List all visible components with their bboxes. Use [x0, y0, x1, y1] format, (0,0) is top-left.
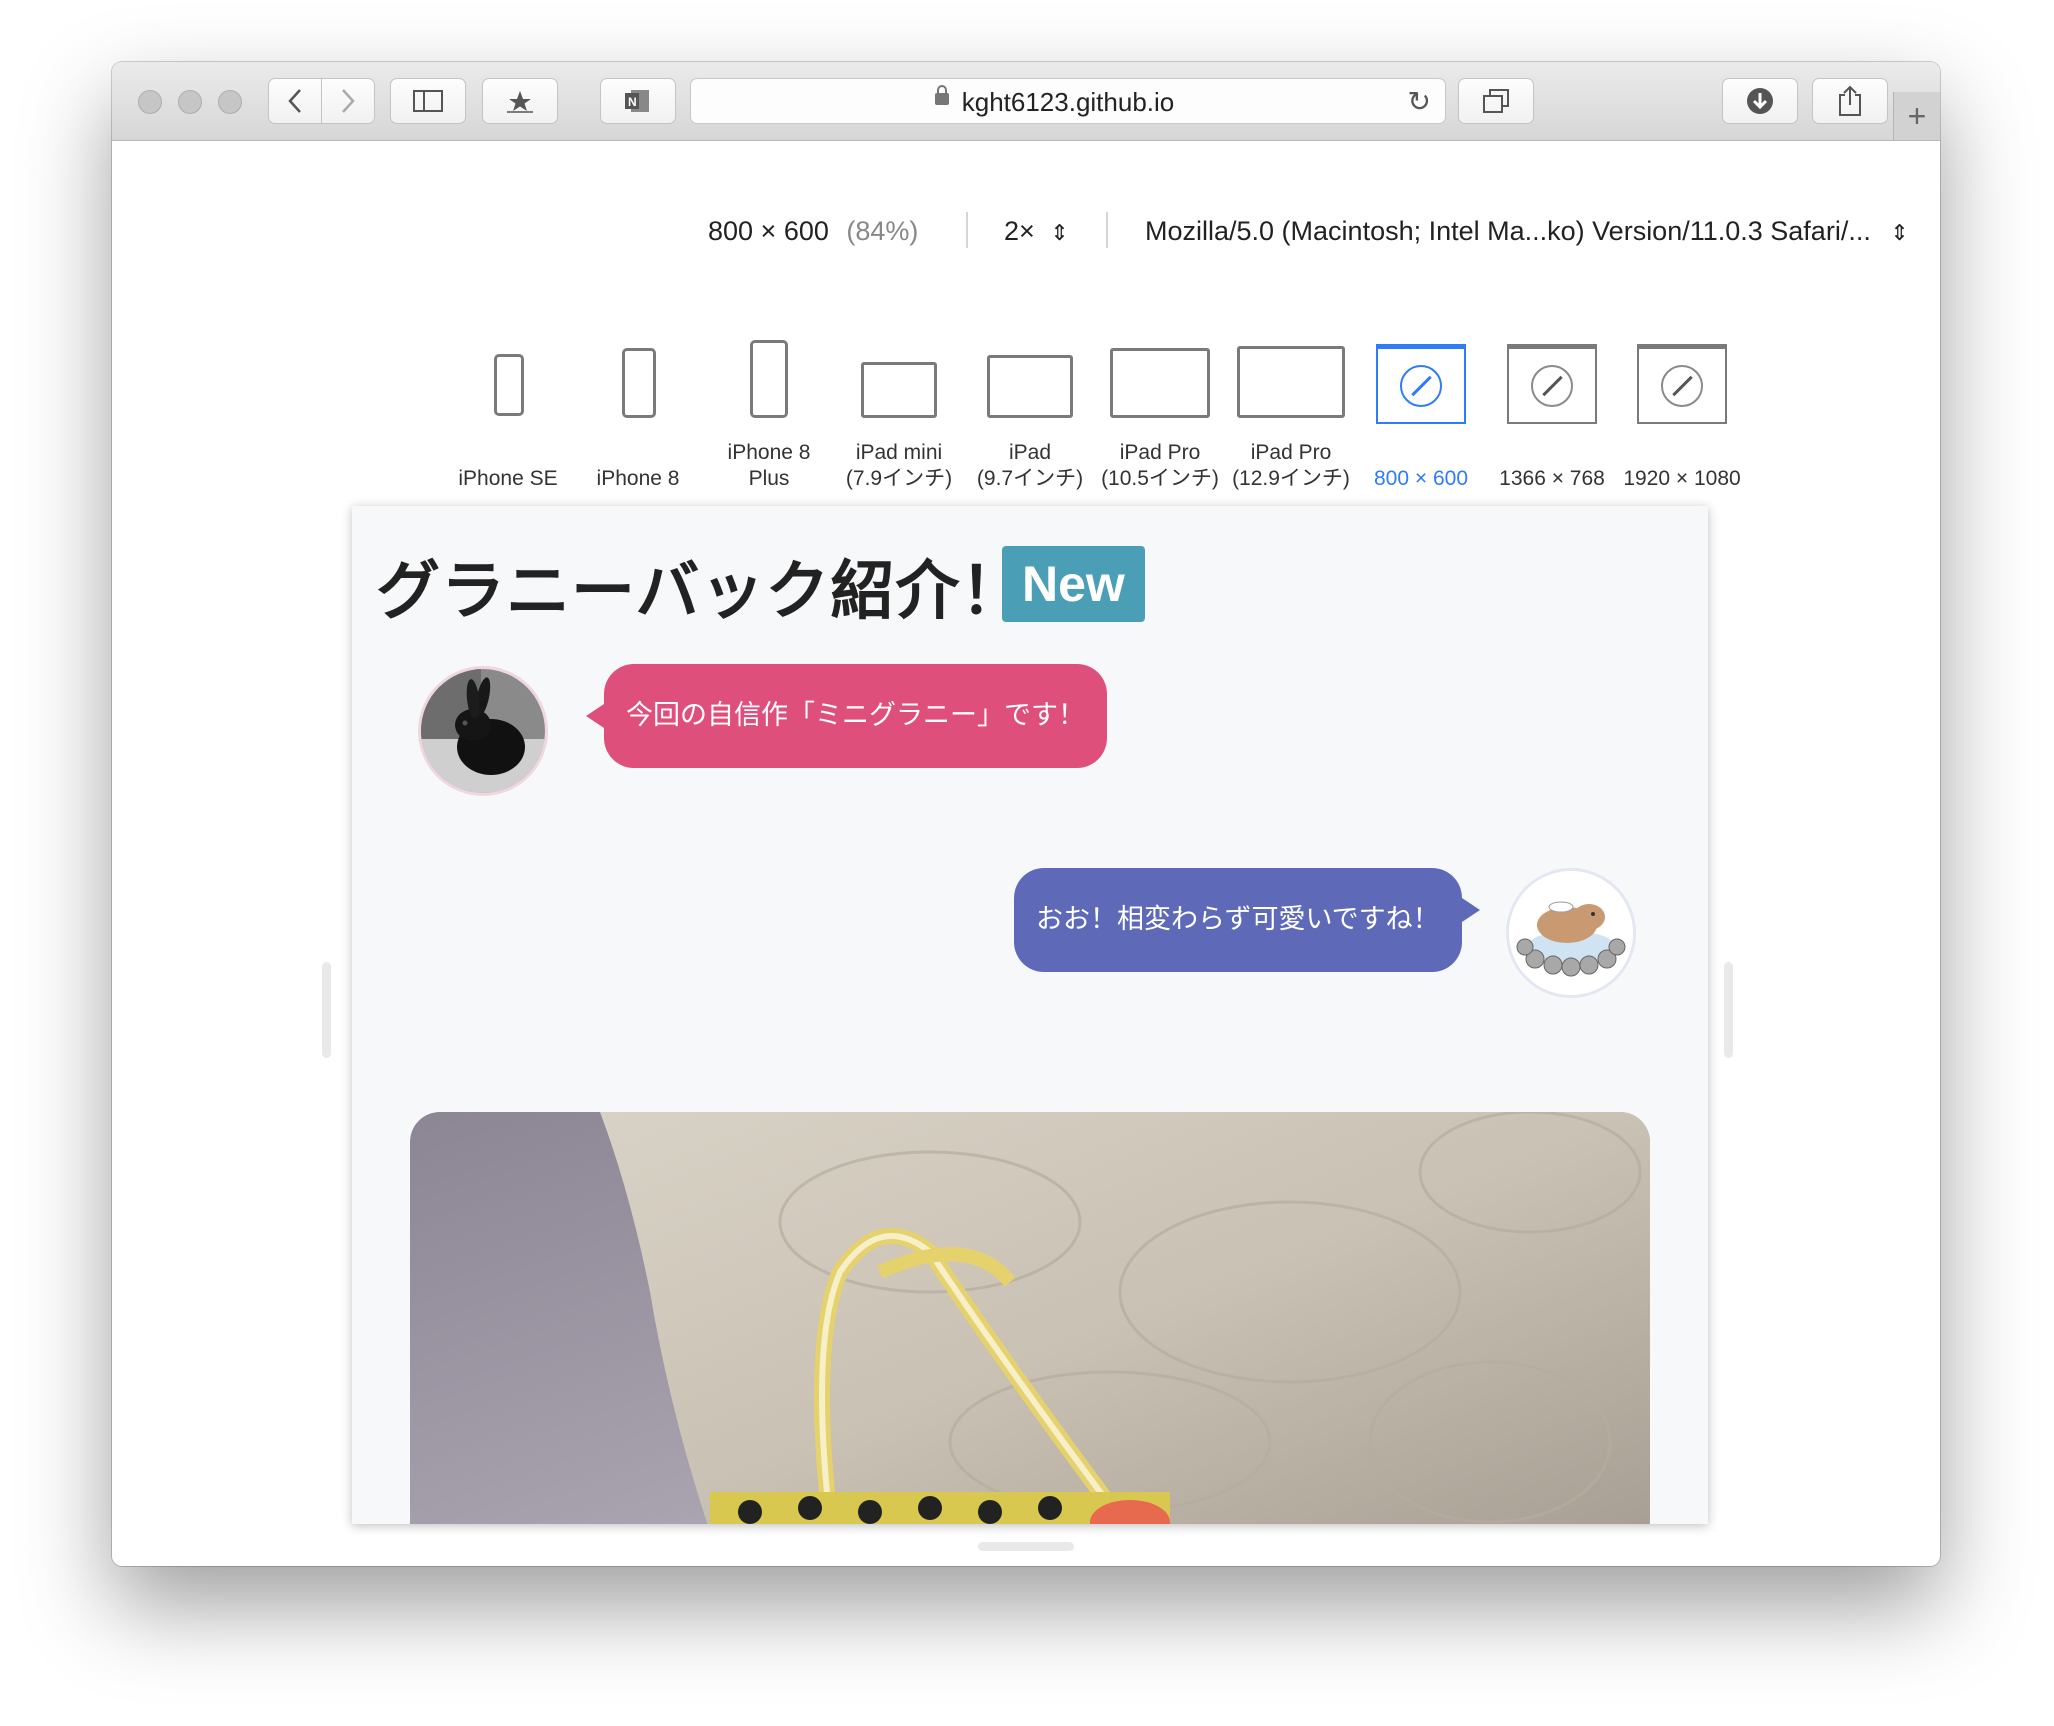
- back-button[interactable]: [268, 78, 322, 124]
- updown-chevron-icon: ⇕: [1050, 220, 1069, 245]
- share-button[interactable]: [1812, 78, 1888, 124]
- device-label: 1920 × 1080: [1623, 467, 1741, 490]
- user-agent-value: Mozilla/5.0 (Macintosh; Intel Ma...ko) V…: [1145, 216, 1871, 246]
- chat-bubble-left: 今回の自信作「ミニグラニー」です！: [586, 664, 1107, 768]
- browser-window-icon: [1376, 344, 1466, 424]
- reload-icon[interactable]: ↻: [1408, 85, 1431, 118]
- rdm-separator: [966, 212, 968, 248]
- zoom-window-button[interactable]: [218, 90, 242, 114]
- svg-text:N: N: [628, 95, 637, 109]
- rdm-separator: [1106, 212, 1108, 248]
- browser-window-icon: [1507, 344, 1597, 424]
- share-icon: [1839, 85, 1861, 116]
- granny-bag-photo: [410, 1112, 1650, 1524]
- download-icon: [1747, 88, 1773, 114]
- chevron-right-icon: [342, 89, 355, 113]
- viewport-scale: (84%): [846, 216, 919, 246]
- tabs-overview-button[interactable]: [1458, 78, 1534, 124]
- phone-icon: [494, 354, 524, 416]
- pixel-ratio-value: 2×: [1004, 216, 1035, 246]
- resize-handle-left[interactable]: [322, 962, 331, 1058]
- onenote-icon: N: [625, 90, 649, 112]
- tablet-icon: [987, 355, 1073, 418]
- user-agent-select[interactable]: Mozilla/5.0 (Macintosh; Intel Ma...ko) V…: [1145, 216, 1909, 247]
- sidebar-button[interactable]: [390, 78, 466, 124]
- browser-window-icon: [1637, 344, 1727, 424]
- tablet-icon: [1237, 346, 1345, 418]
- top-sites-button[interactable]: [482, 78, 558, 124]
- resize-handle-bottom[interactable]: [978, 1542, 1074, 1551]
- device-label: iPad Pro: [1250, 441, 1332, 464]
- sidebar-icon: [413, 90, 443, 112]
- page-title: グラニーバック紹介！: [376, 555, 1026, 629]
- viewport-size: 800 × 600: [708, 216, 829, 246]
- new-tab-button[interactable]: +: [1893, 92, 1940, 140]
- product-photo: [410, 1112, 1650, 1524]
- avatar: [1506, 868, 1636, 998]
- new-badge: New: [1002, 546, 1145, 622]
- onenote-extension-button[interactable]: N: [600, 78, 676, 124]
- capybara-avatar-image: [1509, 871, 1633, 995]
- chat-bubble-right: おお！相変わらず可愛いですね！: [1014, 868, 1480, 972]
- pixel-ratio-select[interactable]: 2× ⇕: [1004, 216, 1069, 247]
- minimize-window-button[interactable]: [178, 90, 202, 114]
- safari-compass-icon: [1400, 365, 1442, 407]
- close-window-button[interactable]: [138, 90, 162, 114]
- downloads-button[interactable]: [1722, 78, 1798, 124]
- phone-icon: [622, 348, 656, 418]
- avatar: [418, 666, 548, 796]
- updown-chevron-icon: ⇕: [1890, 220, 1909, 245]
- tablet-icon: [1110, 348, 1210, 418]
- browser-toolbar: N kght6123.github.io ↻ +: [112, 62, 1940, 141]
- tablet-icon: [861, 362, 937, 418]
- safari-compass-icon: [1531, 365, 1573, 407]
- address-text: kght6123.github.io: [961, 87, 1175, 117]
- star-icon: [507, 91, 533, 113]
- phone-icon: [750, 340, 788, 418]
- resize-handle-right[interactable]: [1724, 962, 1733, 1058]
- safari-compass-icon: [1661, 365, 1703, 407]
- device-1920x1080[interactable]: 1920 × 1080: [1617, 344, 1747, 514]
- forward-button[interactable]: [321, 78, 375, 124]
- simulated-viewport: グラニーバック紹介！ New 今回の自信作「ミニグラニー」です！ おお！相変わら…: [352, 506, 1708, 1524]
- tabs-icon: [1483, 89, 1509, 113]
- chevron-left-icon: [288, 89, 301, 113]
- viewport-size-readout: 800 × 600 (84%): [708, 216, 918, 247]
- address-bar[interactable]: kght6123.github.io ↻: [690, 78, 1446, 124]
- rabbit-avatar-image: [421, 669, 545, 793]
